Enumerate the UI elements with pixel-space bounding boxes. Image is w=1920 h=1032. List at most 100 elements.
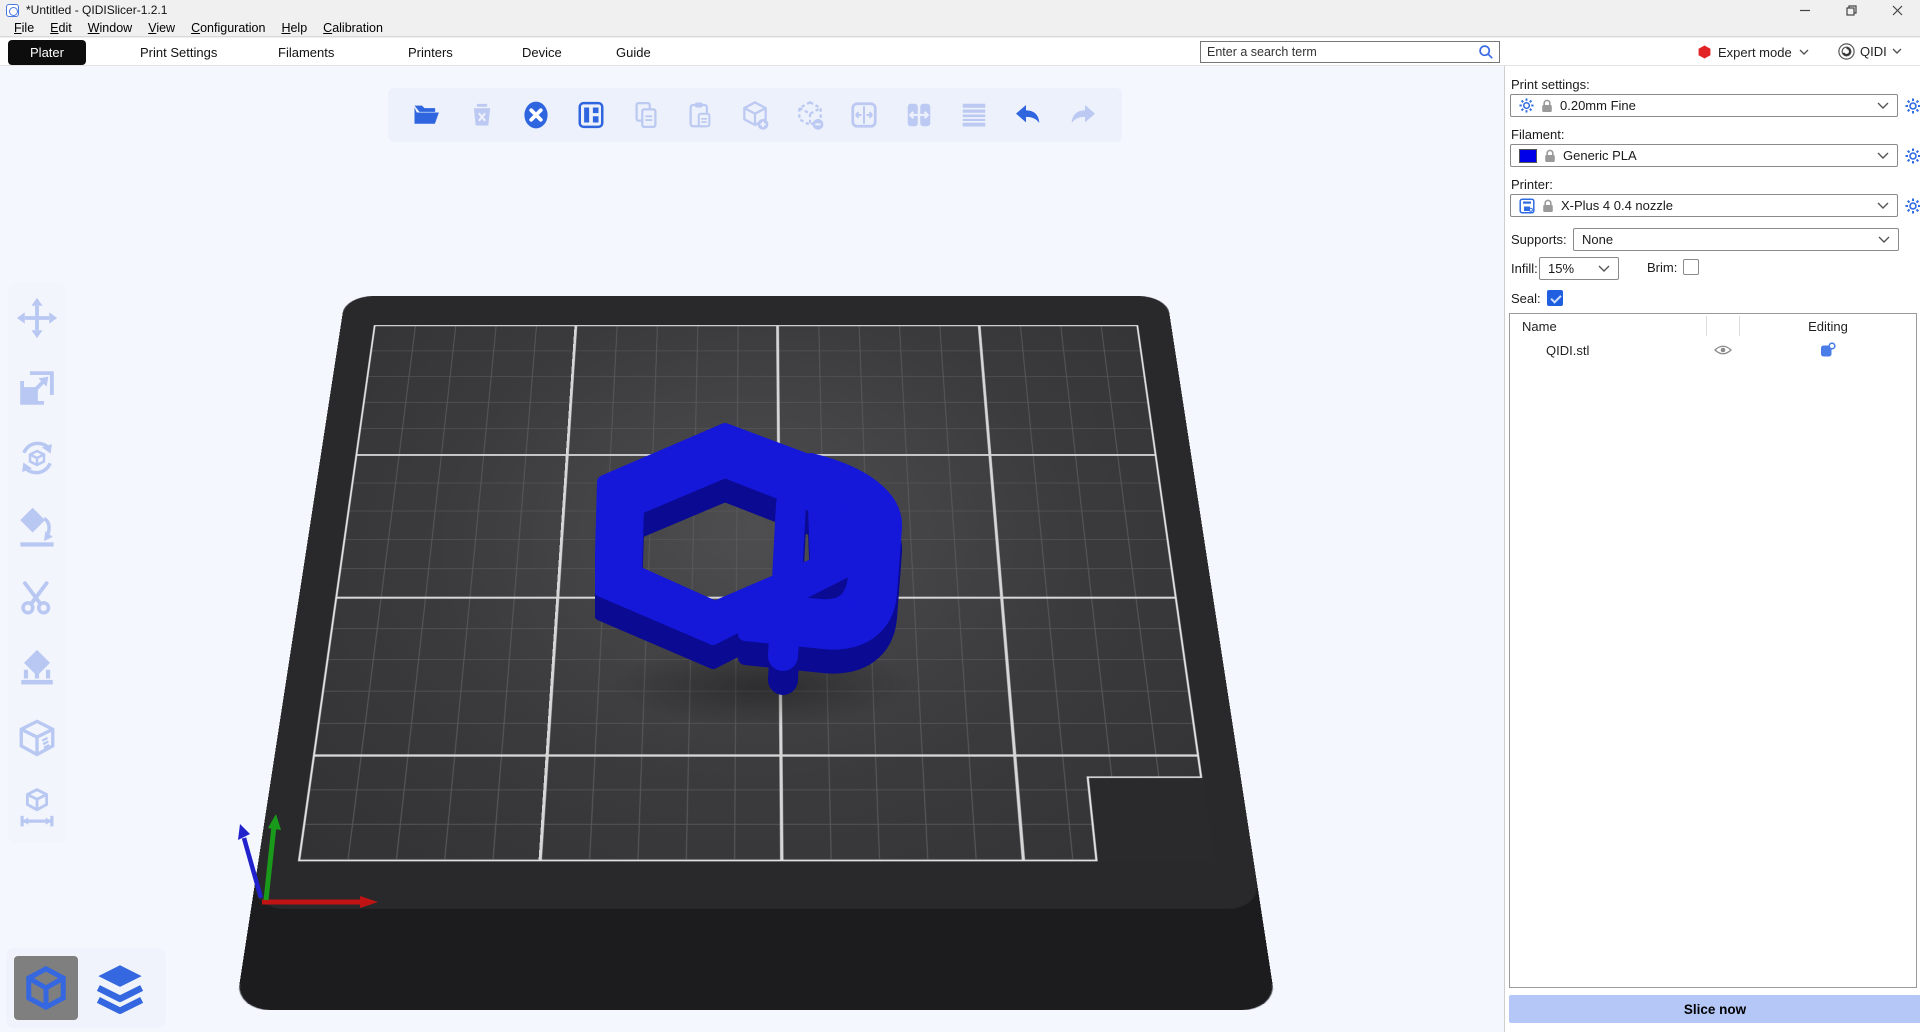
- menu-view[interactable]: View: [140, 21, 183, 35]
- column-header-editing: Editing: [1740, 319, 1916, 334]
- print-settings-value: 0.20mm Fine: [1560, 98, 1870, 113]
- copy-icon: [631, 100, 661, 130]
- infill-value: 15%: [1548, 261, 1598, 276]
- editor-cube-icon: [23, 965, 69, 1011]
- object-list-row[interactable]: QIDI.stl: [1510, 338, 1916, 362]
- gear-icon: [1519, 98, 1534, 113]
- tab-printers[interactable]: Printers: [396, 40, 465, 65]
- place-on-face-button[interactable]: [14, 505, 60, 551]
- print-settings-label: Print settings:: [1511, 77, 1920, 92]
- variable-layer-height-button[interactable]: [957, 98, 991, 132]
- app-icon: [6, 4, 19, 17]
- lock-icon: [1542, 199, 1554, 213]
- tab-device[interactable]: Device: [510, 40, 574, 65]
- close-icon: [1892, 5, 1903, 16]
- open-file-button[interactable]: [410, 98, 444, 132]
- arrange-button[interactable]: [574, 98, 608, 132]
- paste-icon: [685, 100, 715, 130]
- cut-button[interactable]: [14, 575, 60, 621]
- paint-supports-button[interactable]: [14, 645, 60, 691]
- tab-filaments[interactable]: Filaments: [266, 40, 346, 65]
- filament-color-swatch: [1519, 149, 1537, 163]
- remove-instance-button[interactable]: [793, 98, 827, 132]
- printer-label: Printer:: [1511, 177, 1920, 192]
- close-button[interactable]: [1874, 0, 1920, 20]
- menu-configuration[interactable]: Configuration: [183, 21, 273, 35]
- filament-gear-button[interactable]: [1904, 144, 1920, 167]
- object-editing-button[interactable]: [1740, 342, 1916, 358]
- seal-checkbox[interactable]: [1547, 290, 1563, 306]
- 3d-editor-view-button[interactable]: [14, 956, 78, 1020]
- print-settings-dropdown[interactable]: 0.20mm Fine: [1510, 94, 1898, 117]
- scale-button[interactable]: [14, 365, 60, 411]
- supports-value: None: [1582, 232, 1878, 247]
- minimize-button[interactable]: [1782, 0, 1828, 20]
- model-qidi-stl[interactable]: [595, 416, 925, 706]
- delete-all-button[interactable]: [519, 98, 553, 132]
- printer-value: X-Plus 4 0.4 nozzle: [1561, 198, 1870, 213]
- menu-calibration[interactable]: Calibration: [315, 21, 391, 35]
- printer-dropdown[interactable]: X-Plus 4 0.4 nozzle: [1510, 194, 1898, 217]
- menu-file[interactable]: File: [6, 21, 42, 35]
- mode-selector[interactable]: Expert mode: [1698, 41, 1809, 63]
- copy-button[interactable]: [629, 98, 663, 132]
- infill-label: Infill:: [1511, 261, 1538, 276]
- brim-checkbox[interactable]: [1683, 259, 1699, 275]
- remove-instance-icon: [794, 99, 826, 131]
- split-to-parts-button[interactable]: [902, 98, 936, 132]
- chevron-down-icon: [1877, 202, 1889, 209]
- infill-dropdown[interactable]: 15%: [1539, 257, 1619, 280]
- split-to-objects-icon: [849, 100, 879, 130]
- paint-supports-icon: [16, 647, 58, 689]
- left-toolbar: [8, 283, 66, 843]
- settings-panel: Print settings: 0.20mm Fine Filament: Ge…: [1504, 66, 1920, 1032]
- print-settings-gear-button[interactable]: [1904, 94, 1920, 117]
- object-list-header: Name Editing: [1510, 314, 1916, 338]
- printer-gear-button[interactable]: [1904, 194, 1920, 217]
- slice-now-button[interactable]: Slice now: [1509, 995, 1920, 1023]
- view-mode-switcher: [6, 948, 166, 1028]
- chevron-down-icon: [1877, 152, 1889, 159]
- paste-button[interactable]: [683, 98, 717, 132]
- mode-label: Expert mode: [1718, 45, 1792, 60]
- account-menu[interactable]: QIDI: [1838, 40, 1902, 62]
- seam-button[interactable]: [14, 715, 60, 761]
- delete-button[interactable]: [465, 98, 499, 132]
- restore-button[interactable]: [1828, 0, 1874, 20]
- filament-dropdown[interactable]: Generic PLA: [1510, 144, 1898, 167]
- gear-icon: [1905, 198, 1920, 214]
- preview-view-button[interactable]: [88, 956, 152, 1020]
- object-name: QIDI.stl: [1510, 343, 1706, 358]
- viewport-3d[interactable]: [0, 66, 1504, 1032]
- z-axis-blue: [244, 838, 261, 898]
- menu-edit[interactable]: Edit: [42, 21, 80, 35]
- add-instance-button[interactable]: [738, 98, 772, 132]
- supports-dropdown[interactable]: None: [1573, 228, 1899, 251]
- redo-button[interactable]: [1066, 98, 1100, 132]
- tab-plater[interactable]: Plater: [8, 40, 86, 65]
- search-icon[interactable]: [1478, 44, 1494, 60]
- column-header-visibility: [1706, 316, 1740, 336]
- red-hexagon-icon: [1698, 45, 1711, 59]
- object-list: Name Editing QIDI.stl: [1509, 313, 1917, 988]
- menu-help[interactable]: Help: [273, 21, 315, 35]
- account-label: QIDI: [1860, 44, 1887, 59]
- undo-button[interactable]: [1011, 98, 1045, 132]
- preview-layers-icon: [94, 962, 146, 1014]
- tab-guide[interactable]: Guide: [604, 40, 663, 65]
- visibility-toggle[interactable]: [1706, 344, 1740, 356]
- filament-value: Generic PLA: [1563, 148, 1870, 163]
- split-to-objects-button[interactable]: [847, 98, 881, 132]
- search-input[interactable]: [1201, 45, 1478, 59]
- menu-window[interactable]: Window: [80, 21, 140, 35]
- scale-icon: [16, 367, 58, 409]
- move-button[interactable]: [14, 295, 60, 341]
- rotate-button[interactable]: [14, 435, 60, 481]
- split-to-parts-icon: [904, 100, 934, 130]
- supports-label: Supports:: [1511, 232, 1567, 247]
- measure-button[interactable]: [14, 785, 60, 831]
- menu-bar: File Edit Window View Configuration Help…: [0, 20, 1920, 37]
- bed-corner-notch: [1087, 776, 1215, 861]
- restore-icon: [1846, 5, 1857, 16]
- tab-print-settings[interactable]: Print Settings: [128, 40, 229, 65]
